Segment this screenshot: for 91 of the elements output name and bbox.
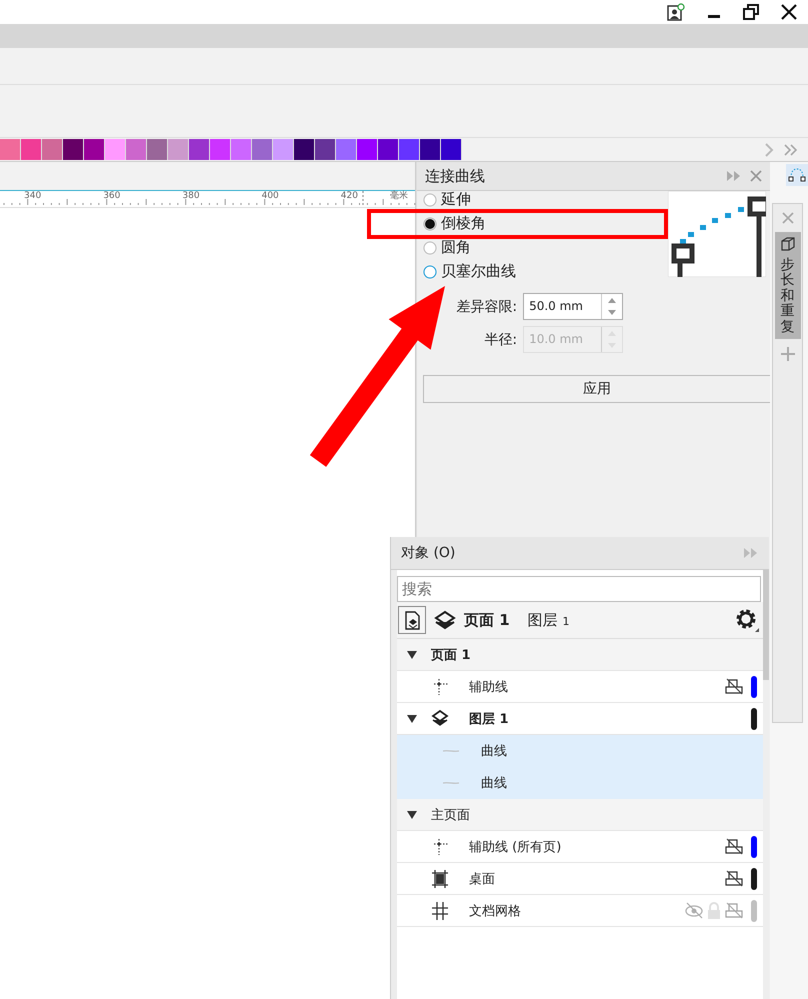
tree-row[interactable]: 主页面 — [397, 799, 763, 831]
tree-label: 文档网格 — [469, 902, 521, 920]
ruler-label: 340 — [24, 191, 42, 201]
spin-field[interactable]: 50.0 mm — [523, 293, 624, 320]
settings-icon[interactable] — [735, 608, 759, 632]
color-swatch[interactable] — [378, 139, 399, 160]
ruler-label: 380 — [182, 191, 200, 201]
spin-down-icon[interactable] — [608, 310, 616, 316]
expand-caret-icon[interactable] — [407, 650, 417, 660]
docker-tab-icon — [780, 236, 796, 252]
field-label: 半径: — [483, 330, 518, 348]
printer-crossed-icon[interactable] — [725, 836, 743, 856]
color-swatch[interactable] — [420, 139, 441, 160]
expand-caret-icon[interactable] — [407, 714, 417, 724]
apply-button[interactable]: 应用 — [423, 375, 772, 403]
color-swatch[interactable] — [399, 139, 420, 160]
printer-crossed-icon[interactable] — [725, 676, 743, 696]
tree-label: 辅助线 — [469, 678, 508, 696]
scroll-right-icon[interactable] — [764, 142, 774, 156]
color-swatch[interactable] — [357, 139, 378, 160]
curve-icon — [443, 748, 459, 752]
color-swatch[interactable] — [21, 139, 42, 160]
color-swatch[interactable] — [63, 139, 84, 160]
ruler-label: 420 — [340, 191, 358, 201]
close-icon[interactable] — [781, 4, 797, 20]
radio-button[interactable] — [423, 240, 438, 254]
tree-label: 辅助线 (所有页) — [469, 838, 562, 856]
color-swatch[interactable] — [42, 139, 63, 160]
radio-button[interactable] — [423, 216, 438, 230]
guides-icon — [431, 676, 449, 696]
color-swatch[interactable] — [105, 139, 126, 160]
search-field[interactable]: 搜索 — [397, 576, 761, 602]
scrollbar-thumb[interactable] — [763, 570, 769, 680]
grid-icon — [431, 900, 449, 920]
color-swatch[interactable] — [441, 139, 462, 160]
side-tab[interactable]: 步长和重复 — [774, 232, 800, 339]
radio-option[interactable]: 延伸 — [423, 191, 516, 208]
user-status-icon[interactable] — [667, 3, 685, 21]
printer-crossed-icon[interactable] — [725, 868, 743, 888]
color-swatch[interactable] — [168, 139, 189, 160]
docker-title: 对象 (O) — [401, 544, 456, 562]
layer-label: 图层 1 — [528, 610, 570, 630]
color-swatch[interactable] — [294, 139, 315, 160]
eye-crossed-icon[interactable] — [685, 900, 703, 920]
tree-row[interactable]: 曲线 — [397, 767, 763, 799]
expand-caret-icon[interactable] — [407, 810, 417, 820]
add-icon[interactable] — [780, 346, 794, 361]
ruler-unit: 毫米 — [390, 191, 408, 201]
color-swatch[interactable] — [126, 139, 147, 160]
color-swatch[interactable] — [336, 139, 357, 160]
layer-icon — [431, 708, 449, 728]
tree-label: 图层 1 — [469, 710, 509, 728]
tree-label: 曲线 — [481, 774, 507, 792]
color-swatch[interactable] — [210, 139, 231, 160]
color-swatch[interactable] — [84, 139, 105, 160]
collapse-icon[interactable] — [726, 170, 742, 182]
color-swatch[interactable] — [231, 139, 252, 160]
page-layer-icon[interactable] — [398, 606, 426, 634]
tree-label: 曲线 — [481, 742, 507, 760]
curve-icon — [443, 780, 459, 784]
collapse-icon[interactable] — [743, 547, 759, 559]
desktop-icon — [431, 868, 449, 888]
color-swatch[interactable] — [315, 139, 336, 160]
restore-icon[interactable] — [743, 4, 759, 20]
docker-title: 连接曲线 — [425, 166, 486, 186]
color-swatch[interactable] — [147, 139, 168, 160]
layers-icon[interactable] — [434, 610, 456, 630]
radio-option[interactable]: 倒棱角 — [423, 215, 516, 232]
tree-row[interactable]: 曲线 — [397, 735, 763, 767]
page-label: 页面 1 — [464, 610, 510, 630]
scroll-end-icon[interactable] — [784, 144, 798, 156]
color-swatch[interactable] — [273, 139, 294, 160]
tree-label: 页面 1 — [431, 646, 471, 664]
guides-icon — [431, 836, 449, 856]
tab-label: 步长和重复 — [780, 258, 794, 335]
tree-label: 桌面 — [469, 870, 495, 888]
radio-button[interactable] — [423, 264, 438, 278]
radio-button[interactable] — [423, 192, 438, 206]
radio-option[interactable]: 贝塞尔曲线 — [423, 263, 516, 280]
color-swatch[interactable] — [189, 139, 210, 160]
field-label: 差异容限: — [455, 298, 518, 316]
spin-field: 10.0 mm — [523, 326, 624, 353]
tree-row[interactable]: 页面 1 — [397, 639, 763, 671]
ruler-label: 400 — [262, 191, 279, 201]
ruler-label: 360 — [103, 191, 120, 201]
color-swatch[interactable] — [252, 139, 273, 160]
radio-option[interactable]: 圆角 — [423, 239, 516, 256]
tree-label: 主页面 — [431, 806, 470, 824]
connect-curves-icon[interactable] — [786, 164, 808, 186]
color-swatch[interactable] — [0, 139, 21, 160]
spin-up-icon[interactable] — [608, 298, 616, 303]
